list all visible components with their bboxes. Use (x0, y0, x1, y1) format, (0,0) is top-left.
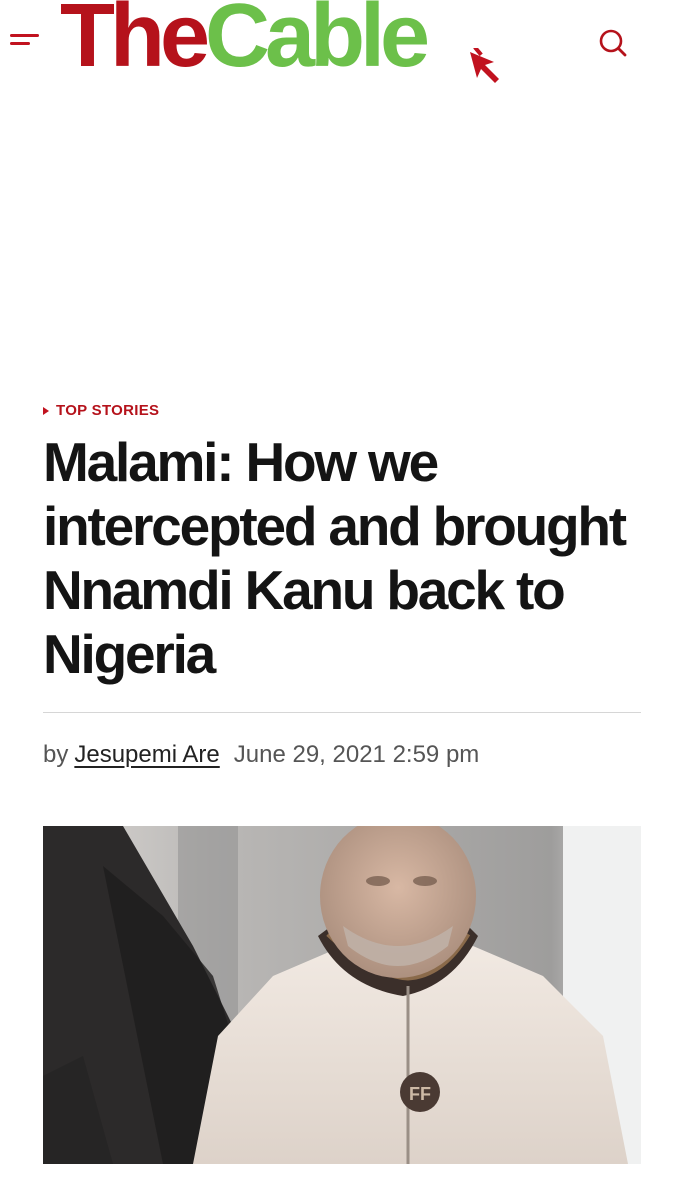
author-link[interactable]: Jesupemi Are (74, 741, 219, 768)
ad-placeholder (0, 100, 684, 390)
divider (43, 712, 641, 713)
site-header: TheCable (0, 0, 684, 100)
publish-date: June 29, 2021 2:59 pm (233, 741, 480, 768)
logo-the: The (60, 0, 210, 86)
site-logo[interactable]: TheCable (60, 0, 520, 90)
logo-cable: Cable (205, 0, 430, 86)
triangle-icon (43, 406, 49, 415)
search-icon[interactable] (596, 26, 630, 60)
hamburger-menu-icon[interactable] (10, 30, 40, 50)
category-label: TOP STORIES (56, 402, 160, 419)
byline: by Jesupemi Are June 29, 2021 2:59 pm (43, 741, 479, 769)
article-featured-image: FF (43, 826, 641, 1164)
cursor-arrow-icon (470, 48, 499, 83)
article-headline: Malami: How we intercepted and brought N… (43, 431, 627, 685)
byline-by: by (43, 741, 69, 768)
category-link[interactable]: TOP STORIES (43, 402, 159, 419)
logo-wordmark: TheCable (60, 0, 430, 86)
featured-image-graphic: FF (43, 826, 641, 1164)
svg-text:FF: FF (409, 1084, 431, 1104)
